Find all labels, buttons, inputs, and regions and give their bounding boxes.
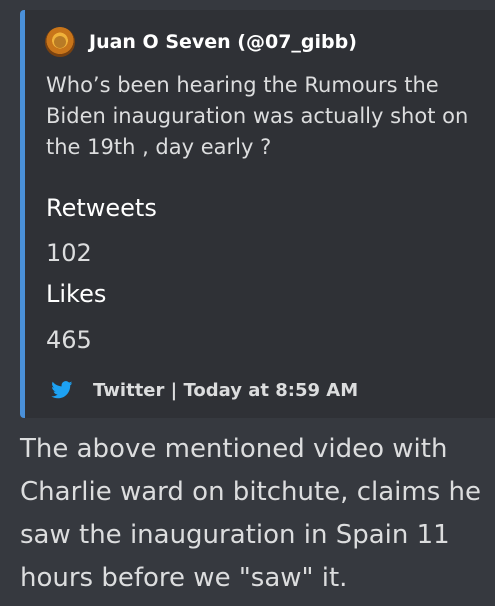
twitter-bird-icon — [51, 381, 73, 399]
likes-label: Likes — [46, 280, 107, 308]
message-text: The above mentioned video with Charlie w… — [20, 434, 481, 593]
tweet-embed: Juan O Seven (@07_gibb) Who’s been heari… — [20, 10, 495, 418]
retweets-label: Retweets — [46, 194, 157, 222]
embed-footer: Twitter | Today at 8:59 AM — [51, 377, 358, 403]
author-name[interactable]: Juan O Seven (@07_gibb) — [89, 31, 357, 53]
tweet-text: Who’s been hearing the Rumours the Biden… — [46, 73, 469, 159]
retweets-count: 102 — [46, 239, 92, 267]
embed-author[interactable]: Juan O Seven (@07_gibb) — [45, 26, 357, 58]
footer-text: Twitter | Today at 8:59 AM — [93, 379, 359, 401]
lion-avatar-icon[interactable] — [45, 27, 75, 57]
likes-count: 465 — [46, 326, 92, 354]
